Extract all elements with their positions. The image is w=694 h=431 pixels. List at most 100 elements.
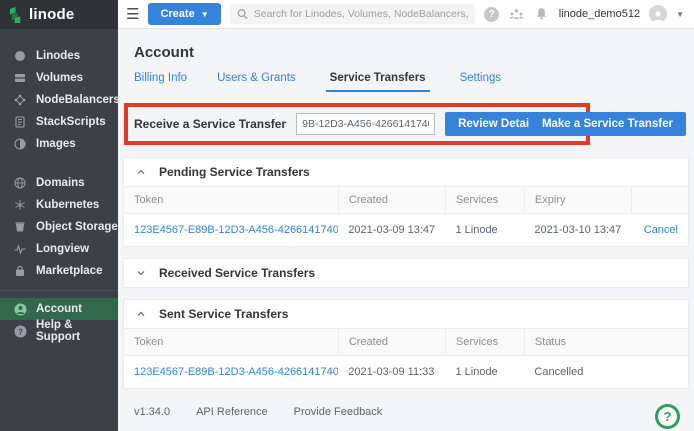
longview-icon: [13, 242, 27, 256]
services-cell: 1 Linode: [445, 356, 524, 389]
annotation-highlight-box: Receive a Service Transfer Review Detail…: [124, 103, 590, 145]
sidebar-item-stackscripts[interactable]: StackScripts: [0, 111, 118, 133]
make-service-transfer-button[interactable]: Make a Service Transfer: [529, 112, 686, 136]
help-icon[interactable]: ?: [484, 6, 500, 22]
sidebar-item-label: StackScripts: [36, 116, 106, 128]
logo-text: linode: [29, 6, 74, 23]
sidebar-item-marketplace[interactable]: Marketplace: [0, 260, 118, 282]
sidebar-item-label: Kubernetes: [36, 199, 99, 211]
sidebar-item-object-storage[interactable]: Object Storage: [0, 216, 118, 238]
notifications-bell-icon[interactable]: [534, 6, 550, 22]
top-bar: linode ☰ Create ▼ ?: [0, 0, 694, 29]
tab-users-grants[interactable]: Users & Grants: [217, 72, 296, 92]
domains-icon: [13, 176, 27, 190]
column-header-actions: [632, 187, 688, 214]
token-link[interactable]: 123E4567-E89B-12D3-A456-426614174001: [134, 366, 338, 378]
section-title: Received Service Transfers: [159, 266, 315, 280]
sidebar-item-label: Marketplace: [36, 265, 102, 277]
sidebar-divider: [0, 290, 118, 291]
avatar[interactable]: [649, 5, 667, 23]
sidebar-item-images[interactable]: Images: [0, 133, 118, 155]
sidebar-item-linodes[interactable]: Linodes: [0, 45, 118, 67]
user-menu-chevron-icon[interactable]: ▼: [676, 10, 684, 19]
question-mark-glyph: ?: [484, 7, 499, 22]
tab-service-transfers[interactable]: Service Transfers: [326, 72, 430, 92]
sidebar-item-label: Images: [36, 138, 76, 150]
username[interactable]: linode_demo512: [559, 8, 640, 20]
sidebar-item-label: Object Storage: [36, 221, 118, 233]
chevron-down-icon: [136, 268, 146, 278]
person-icon: [651, 10, 665, 23]
images-icon: [13, 137, 27, 151]
search-bar[interactable]: [230, 4, 475, 24]
column-header-created: Created: [338, 329, 445, 356]
sidebar: Linodes Volumes NodeBalancers StackScrip…: [0, 29, 118, 431]
help-circle-icon: ?: [13, 324, 27, 338]
receive-token-input[interactable]: [296, 113, 435, 135]
sidebar-item-domains[interactable]: Domains: [0, 172, 118, 194]
sidebar-group-gap: [0, 155, 118, 172]
section-title: Pending Service Transfers: [159, 165, 310, 179]
page-title: Account: [134, 44, 688, 61]
chevron-down-icon: ▼: [201, 10, 209, 19]
api-reference-link[interactable]: API Reference: [196, 406, 268, 418]
expiry-cell: 2021-03-10 13:47: [524, 214, 631, 247]
create-button-label: Create: [160, 8, 194, 20]
sidebar-item-help-support[interactable]: ? Help & Support: [0, 320, 118, 342]
cancel-link[interactable]: Cancel: [644, 224, 678, 236]
main-content: Account Billing Info Users & Grants Serv…: [118, 29, 694, 431]
column-header-status: Status: [524, 329, 688, 356]
column-header-token: Token: [124, 187, 338, 214]
tab-billing-info[interactable]: Billing Info: [134, 72, 187, 92]
status-cell: Cancelled: [524, 356, 688, 389]
footer: v1.34.0 API Reference Provide Feedback ?: [124, 406, 688, 431]
received-section-header[interactable]: Received Service Transfers: [124, 259, 688, 287]
sent-transfers-table: Token Created Services Status 123E4567-E…: [124, 328, 688, 388]
column-header-services: Services: [445, 329, 524, 356]
linode-icon: [13, 49, 27, 63]
nodebalancers-icon: [13, 93, 27, 107]
logo[interactable]: linode: [0, 0, 118, 29]
chevron-up-icon: [136, 309, 146, 319]
hamburger-menu-icon[interactable]: ☰: [126, 7, 139, 22]
stackscripts-icon: [13, 115, 27, 129]
column-header-services: Services: [445, 187, 524, 214]
object-storage-icon: [13, 220, 27, 234]
table-row: 123E4567-E89B-12D3-A456-426614174000 202…: [124, 214, 688, 247]
sidebar-item-label: NodeBalancers: [36, 94, 120, 106]
transfer-action-row: Receive a Service Transfer Review Detail…: [124, 103, 688, 145]
column-header-token: Token: [124, 329, 338, 356]
tab-bar: Billing Info Users & Grants Service Tran…: [134, 72, 688, 92]
linode-logo-icon: [9, 7, 24, 23]
created-cell: 2021-03-09 13:47: [338, 214, 445, 247]
pending-section-header[interactable]: Pending Service Transfers: [124, 158, 688, 186]
sidebar-item-kubernetes[interactable]: Kubernetes: [0, 194, 118, 216]
receive-transfer-label: Receive a Service Transfer: [134, 117, 286, 131]
table-row: 123E4567-E89B-12D3-A456-426614174001 202…: [124, 356, 688, 389]
help-bubble-button[interactable]: ?: [655, 404, 680, 429]
sidebar-item-label: Volumes: [36, 72, 83, 84]
community-icon[interactable]: [509, 6, 525, 22]
sidebar-item-label: Linodes: [36, 50, 80, 62]
token-link[interactable]: 123E4567-E89B-12D3-A456-426614174000: [134, 224, 338, 236]
sent-section-header[interactable]: Sent Service Transfers: [124, 300, 688, 328]
svg-text:?: ?: [18, 327, 23, 336]
services-cell: 1 Linode: [445, 214, 524, 247]
sidebar-item-nodebalancers[interactable]: NodeBalancers: [0, 89, 118, 111]
chevron-up-icon: [136, 167, 146, 177]
provide-feedback-link[interactable]: Provide Feedback: [294, 406, 383, 418]
pending-transfers-table: Token Created Services Expiry 123E4567-E…: [124, 186, 688, 246]
tab-settings[interactable]: Settings: [460, 72, 502, 92]
sidebar-item-label: Longview: [36, 243, 89, 255]
volumes-icon: [13, 71, 27, 85]
sidebar-item-account[interactable]: Account: [0, 298, 118, 320]
table-header-row: Token Created Services Expiry: [124, 187, 688, 214]
sidebar-item-label: Account: [36, 303, 82, 315]
sidebar-item-volumes[interactable]: Volumes: [0, 67, 118, 89]
top-bar-right: ☰ Create ▼ ?: [118, 0, 694, 29]
search-input[interactable]: [254, 8, 468, 20]
create-button[interactable]: Create ▼: [148, 3, 220, 25]
kubernetes-icon: [13, 198, 27, 212]
sidebar-item-longview[interactable]: Longview: [0, 238, 118, 260]
sidebar-item-label: Help & Support: [36, 319, 118, 343]
